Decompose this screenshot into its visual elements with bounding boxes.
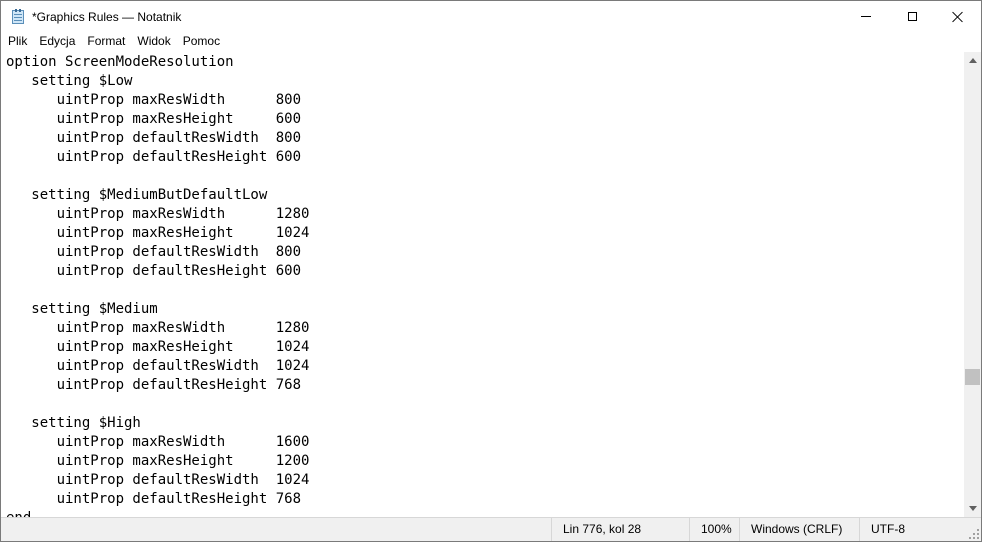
- menu-widok[interactable]: Widok: [131, 32, 176, 51]
- encoding: UTF-8: [859, 518, 981, 541]
- status-bar: Lin 776, kol 28 100% Windows (CRLF) UTF-…: [1, 517, 981, 541]
- minimize-icon: [861, 16, 871, 17]
- text-editor[interactable]: option ScreenModeResolution setting $Low…: [1, 52, 964, 517]
- resize-grip-icon[interactable]: [967, 527, 979, 539]
- chevron-down-icon: [968, 506, 977, 511]
- scroll-down-button[interactable]: [964, 500, 981, 517]
- title-bar[interactable]: *Graphics Rules — Notatnik: [1, 1, 981, 32]
- menu-plik[interactable]: Plik: [1, 32, 33, 51]
- maximize-icon: [907, 12, 917, 21]
- scroll-thumb[interactable]: [965, 369, 980, 386]
- caption-buttons: [843, 1, 981, 32]
- close-button[interactable]: [935, 1, 981, 32]
- chevron-up-icon: [968, 58, 977, 63]
- menu-edycja[interactable]: Edycja: [33, 32, 81, 51]
- maximize-button[interactable]: [889, 1, 935, 32]
- vertical-scrollbar[interactable]: [964, 52, 981, 517]
- editor-content[interactable]: option ScreenModeResolution setting $Low…: [1, 52, 964, 517]
- notepad-icon[interactable]: [10, 8, 26, 25]
- line-endings: Windows (CRLF): [739, 518, 859, 541]
- notepad-window: *Graphics Rules — Notatnik Plik Edycja F…: [0, 0, 982, 542]
- menu-bar: Plik Edycja Format Widok Pomoc: [1, 32, 981, 51]
- close-icon: [952, 11, 964, 23]
- scroll-up-button[interactable]: [964, 52, 981, 69]
- zoom-level: 100%: [689, 518, 739, 541]
- cursor-position: Lin 776, kol 28: [551, 518, 689, 541]
- menu-pomoc[interactable]: Pomoc: [177, 32, 226, 51]
- window-title: *Graphics Rules — Notatnik: [32, 9, 182, 24]
- menu-format[interactable]: Format: [81, 32, 131, 51]
- minimize-button[interactable]: [843, 1, 889, 32]
